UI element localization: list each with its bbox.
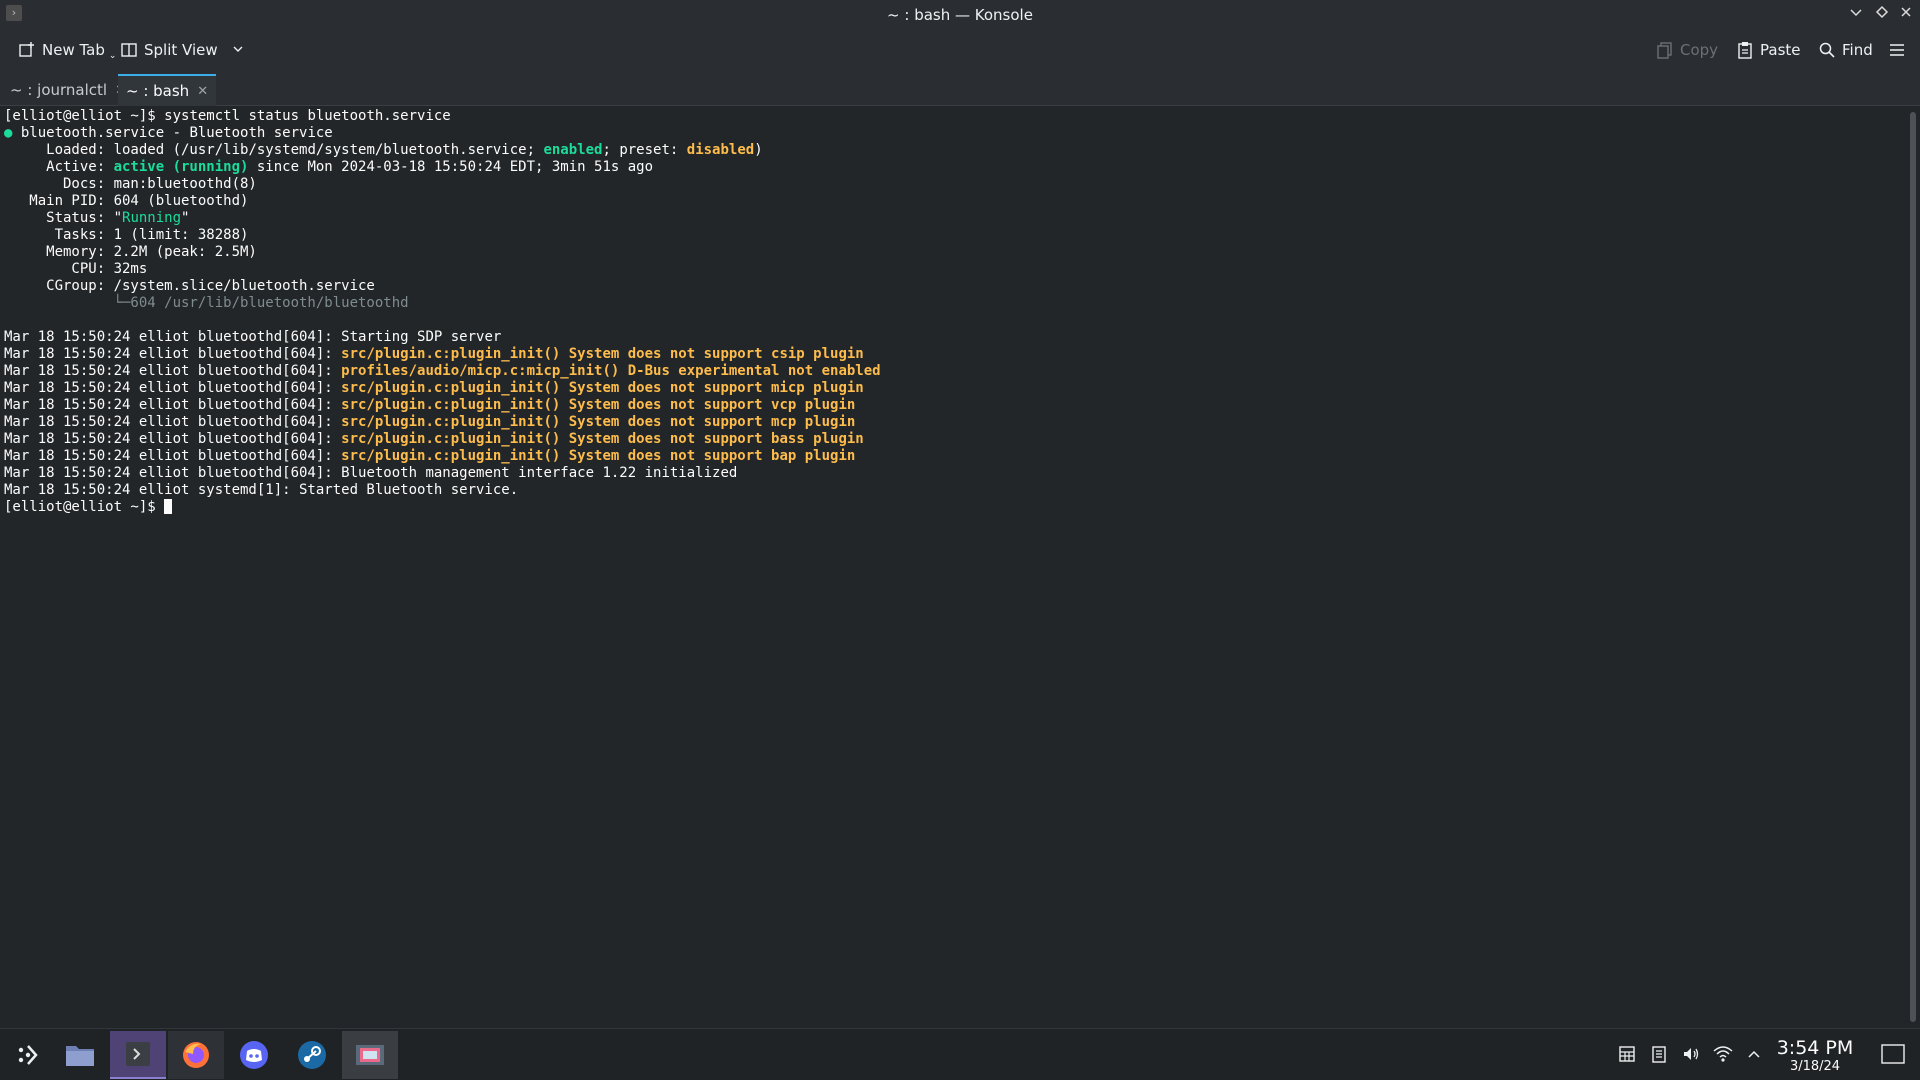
command-line: [elliot@elliot ~]$ systemctl status blue… [4, 108, 451, 124]
log-line: Mar 18 15:50:24 elliot bluetoothd[604]: … [4, 363, 881, 379]
loaded-line: Loaded: loaded (/usr/lib/systemd/system/… [4, 142, 763, 158]
screenshot-tool-icon [356, 1045, 384, 1065]
firefox-icon [183, 1042, 209, 1068]
log-line: Mar 18 15:50:24 elliot bluetoothd[604]: … [4, 380, 864, 396]
tab-journalctl[interactable]: ~ : journalctl ✕ [2, 74, 134, 106]
terminal-output[interactable]: [elliot@elliot ~]$ systemctl status blue… [0, 106, 1904, 1028]
new-tab-button[interactable]: New Tab ⌄ [18, 38, 116, 62]
toolbar: New Tab ⌄ Split View Copy Paste Find [0, 28, 1920, 72]
tab-label: ~ : journalctl [10, 81, 108, 99]
service-header: ● bluetooth.service - Bluetooth service [4, 125, 333, 141]
chevron-down-icon[interactable] [232, 41, 244, 59]
wifi-icon [1713, 1046, 1733, 1062]
close-icon [1901, 7, 1911, 17]
paste-icon [1736, 41, 1754, 59]
log-line: Mar 18 15:50:24 elliot bluetoothd[604]: … [4, 329, 502, 345]
diamond-icon [1875, 5, 1889, 19]
application-launcher-button[interactable] [0, 1031, 56, 1079]
file-manager-icon [66, 1046, 94, 1066]
hamburger-menu-icon [1888, 41, 1906, 59]
prompt-line: [elliot@elliot ~]$ [4, 499, 1900, 516]
tab-bash[interactable]: ~ : bash ✕ [118, 74, 217, 106]
split-view-icon [120, 41, 138, 59]
volume-icon [1684, 1048, 1699, 1060]
file-manager-button[interactable] [52, 1031, 108, 1079]
notes-icon [1652, 1046, 1666, 1063]
find-label: Find [1842, 41, 1873, 59]
maximize-button[interactable] [1872, 4, 1892, 24]
paste-button[interactable]: Paste [1736, 38, 1801, 62]
konsole-icon [126, 1042, 150, 1066]
cpu-line: CPU: 32ms [4, 261, 148, 277]
konsole-taskbar-button[interactable] [110, 1031, 166, 1079]
log-line: Mar 18 15:50:24 elliot bluetoothd[604]: … [4, 448, 856, 464]
docs-line: Docs: man:bluetoothd(8) [4, 176, 257, 192]
paste-label: Paste [1760, 41, 1801, 59]
discord-icon [240, 1041, 268, 1069]
firefox-button[interactable] [168, 1031, 224, 1079]
window-title: ~ : bash — Konsole [887, 6, 1033, 24]
log-line: Mar 18 15:50:24 elliot bluetoothd[604]: … [4, 431, 864, 447]
tab-bar: ~ : journalctl ✕ ~ : bash ✕ [0, 72, 1920, 106]
notes-tray-button[interactable] [1648, 1043, 1670, 1065]
search-icon [1818, 41, 1836, 59]
split-view-label: Split View [144, 41, 218, 59]
split-view-button[interactable]: Split View [120, 38, 244, 62]
copy-button[interactable]: Copy [1656, 38, 1718, 62]
close-tab-icon[interactable]: ✕ [197, 84, 208, 99]
chevron-down-icon [1850, 9, 1862, 17]
clipboard-grid-icon [1619, 1046, 1635, 1062]
status-line: Status: "Running" [4, 210, 190, 226]
log-line: Mar 18 15:50:24 elliot bluetoothd[604]: … [4, 465, 738, 481]
new-tab-icon [18, 41, 36, 59]
mainpid-line: Main PID: 604 (bluetoothd) [4, 193, 249, 209]
copy-icon [1656, 41, 1674, 59]
find-button[interactable]: Find [1818, 38, 1873, 62]
new-tab-menu-indicator[interactable]: ⌄ [109, 51, 117, 61]
system-tray-expand-button[interactable] [1743, 1043, 1765, 1065]
application-launcher-icon [18, 1045, 38, 1065]
tab-label: ~ : bash [126, 82, 190, 100]
chevron-up-icon [1748, 1050, 1760, 1058]
discord-button[interactable] [226, 1031, 282, 1079]
show-desktop-button[interactable] [1880, 1043, 1906, 1065]
log-line: Mar 18 15:50:24 elliot bluetoothd[604]: … [4, 414, 856, 430]
clock-time: 3:54 PM [1776, 1037, 1854, 1059]
tasks-line: Tasks: 1 (limit: 38288) [4, 227, 249, 243]
volume-tray-button[interactable] [1680, 1043, 1702, 1065]
text-cursor [164, 499, 173, 514]
show-desktop-icon [1881, 1044, 1905, 1064]
memory-line: Memory: 2.2M (peak: 2.5M) [4, 244, 257, 260]
digital-clock[interactable]: 3:54 PM 3/18/24 [1772, 1037, 1858, 1075]
close-window-button[interactable] [1896, 4, 1916, 24]
clock-date: 3/18/24 [1789, 1059, 1841, 1074]
new-tab-label: New Tab [42, 41, 105, 59]
steam-button[interactable] [284, 1031, 340, 1079]
taskbar: 3:54 PM 3/18/24 [0, 1028, 1920, 1080]
clipboard-grid-tray-button[interactable] [1616, 1043, 1638, 1065]
log-line: Mar 18 15:50:24 elliot systemd[1]: Start… [4, 482, 519, 498]
cgroup-line: CGroup: /system.slice/bluetooth.service [4, 278, 375, 294]
log-line: Mar 18 15:50:24 elliot bluetoothd[604]: … [4, 346, 864, 362]
screenshot-tool-button[interactable] [342, 1031, 398, 1079]
hamburger-menu-button[interactable] [1888, 38, 1906, 62]
wifi-tray-button[interactable] [1712, 1043, 1734, 1065]
log-line: Mar 18 15:50:24 elliot bluetoothd[604]: … [4, 397, 856, 413]
active-line: Active: active (running) since Mon 2024-… [4, 159, 654, 175]
terminal-scrollbar[interactable] [1910, 112, 1916, 1022]
title-bar: › ~ : bash — Konsole [0, 0, 1920, 28]
cgroup-tree-line: └─604 /usr/lib/bluetooth/bluetoothd [4, 295, 409, 311]
copy-label: Copy [1680, 41, 1719, 59]
steam-icon [298, 1041, 326, 1069]
minimize-button[interactable] [1846, 4, 1866, 24]
